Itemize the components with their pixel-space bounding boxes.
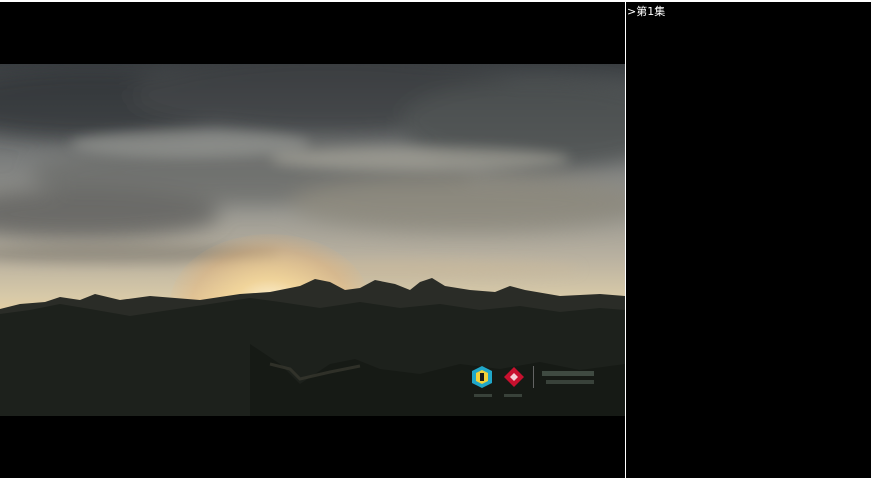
video-player[interactable] — [0, 2, 625, 478]
channel-watermark — [472, 366, 594, 397]
episode-item-label: 第1集 — [636, 5, 666, 18]
episode-list-panel: >第1集 — [626, 2, 871, 478]
red-diamond-logo-icon — [504, 367, 524, 387]
episode-item-1[interactable]: >第1集 — [627, 5, 665, 19]
hexagon-logo-icon — [472, 366, 492, 388]
episode-item-prefix: > — [627, 5, 637, 18]
video-frame[interactable] — [0, 64, 625, 416]
app-window: >第1集 — [0, 0, 871, 478]
